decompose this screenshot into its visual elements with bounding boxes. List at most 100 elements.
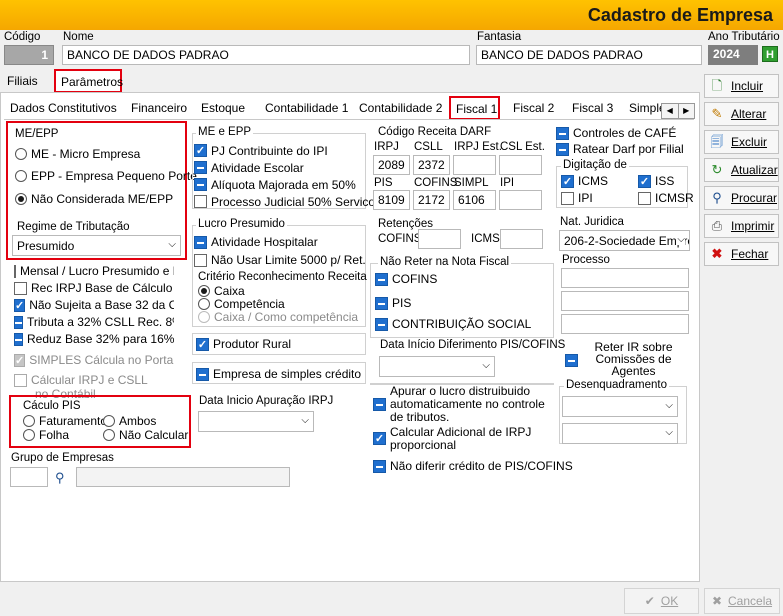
check-nao-diferir[interactable]: Não diferir crédito de PIS/COFINS <box>373 459 573 473</box>
ano-tributario-field[interactable]: 2024 <box>708 45 758 65</box>
radio-epp[interactable]: EPP - Empresa Pequeno Porte <box>15 169 197 183</box>
check-produtor-rural[interactable]: Produtor Rural <box>196 337 291 351</box>
checkbox-icon[interactable] <box>561 191 574 205</box>
tab-scroller[interactable]: ◀ ▶ <box>661 103 695 119</box>
incluir-button[interactable]: 🗋 Incluir <box>704 74 779 98</box>
radio-ambos[interactable]: Ambos <box>103 414 156 428</box>
check-nao-reter-csll[interactable]: CONTRIBUIÇÃO SOCIAL <box>375 317 531 331</box>
darf-irpj-field[interactable]: 2089 <box>373 155 410 175</box>
help-button[interactable]: H <box>762 46 778 62</box>
desenquadramento-select-1[interactable]: ⌵ <box>562 396 678 417</box>
processo-field-3[interactable] <box>561 314 689 334</box>
checkbox-indeterminate-icon[interactable] <box>556 142 569 156</box>
tab-fiscal-2[interactable]: Fiscal 2 <box>513 101 554 115</box>
check-nao-usar-limite[interactable]: Não Usar Limite 5000 p/ Ret. <box>194 253 366 267</box>
checkbox-indeterminate-icon[interactable] <box>375 317 388 331</box>
excluir-button[interactable]: 🗐 Excluir <box>704 130 779 154</box>
checkbox-indeterminate-icon[interactable] <box>373 398 386 411</box>
darf-irpj-est-field[interactable] <box>453 155 496 175</box>
checkbox-checked-icon[interactable] <box>561 174 574 188</box>
check-controles-cafe[interactable]: Controles de CAFÉ <box>556 126 676 140</box>
radio-icon[interactable] <box>103 429 115 441</box>
fantasia-field[interactable]: BANCO DE DADOS PADRAO <box>476 45 702 65</box>
checkbox-indeterminate-icon[interactable] <box>373 459 386 473</box>
check-digitacao-ipi[interactable]: IPI <box>561 191 593 205</box>
tab-contabilidade-2[interactable]: Contabilidade 2 <box>359 101 442 115</box>
darf-csll-field[interactable]: 2372 <box>413 155 450 175</box>
imprimir-button[interactable]: ⎙ Imprimir <box>704 214 779 238</box>
check-reter-ir[interactable]: Reter IR sobre Comissões de Agentes <box>565 341 685 377</box>
tab-simples[interactable]: Simple <box>629 101 661 115</box>
checkbox-icon[interactable] <box>194 195 207 208</box>
darf-csl-est-field[interactable] <box>499 155 542 175</box>
darf-ipi-field[interactable] <box>499 190 542 210</box>
radio-icon[interactable] <box>103 415 115 427</box>
check-processo-judicial[interactable]: Processo Judicial 50% Servicos <box>194 193 381 210</box>
checkbox-checked-icon[interactable] <box>196 337 209 351</box>
grupo-empresas-code[interactable] <box>10 467 48 487</box>
processo-field-2[interactable] <box>561 291 689 311</box>
cancela-button[interactable]: ✖ Cancela <box>704 588 780 614</box>
desenquadramento-select-2[interactable]: ⌵ <box>562 423 678 444</box>
tab-fiscal-3[interactable]: Fiscal 3 <box>572 101 613 115</box>
darf-pis-field[interactable]: 8109 <box>373 190 410 210</box>
atualizar-button[interactable]: ↻ Atualizar <box>704 158 779 182</box>
radio-icon[interactable] <box>198 298 210 310</box>
checkbox-disabled-icon[interactable] <box>14 353 26 367</box>
processo-field-1[interactable] <box>561 268 689 288</box>
checkbox-icon[interactable] <box>14 264 16 278</box>
radio-caixa-competencia[interactable]: Caixa / Como competência <box>198 310 358 324</box>
check-nao-reter-cofins[interactable]: COFINS <box>375 272 437 286</box>
procurar-button[interactable]: ⚲ Procurar <box>704 186 779 210</box>
checkbox-indeterminate-icon[interactable] <box>375 296 388 310</box>
tab-dados-constitutivos[interactable]: Dados Constitutivos <box>10 101 117 115</box>
binoculars-icon[interactable]: ⚲ <box>55 470 65 486</box>
tab-financeiro[interactable]: Financeiro <box>131 101 187 115</box>
checkbox-checked-icon[interactable] <box>373 432 386 445</box>
checkbox-icon[interactable] <box>194 253 207 267</box>
radio-competencia[interactable]: Competência <box>198 297 285 311</box>
radio-me[interactable]: ME - Micro Empresa <box>15 147 140 161</box>
tab-estoque[interactable]: Estoque <box>201 101 245 115</box>
radio-icon[interactable] <box>15 148 27 160</box>
checkbox-indeterminate-icon[interactable] <box>14 332 23 346</box>
checkbox-checked-icon[interactable] <box>194 144 207 157</box>
check-tributa[interactable]: Tributa a 32% CSLL Rec. 8% IR <box>14 314 174 330</box>
tab-parametros[interactable]: Parâmetros <box>54 69 123 93</box>
check-reduz-base[interactable]: Reduz Base 32% para 16% <box>14 331 174 347</box>
check-atividade-escolar[interactable]: Atividade Escolar <box>194 159 381 176</box>
check-calcular-adicional[interactable]: Calcular Adicional de IRPJ proporcional <box>373 426 551 452</box>
check-aliquota-majorada[interactable]: Alíquota Majorada em 50% <box>194 176 381 193</box>
darf-simpl-field[interactable]: 6106 <box>453 190 496 210</box>
data-diferimento-select[interactable]: ⌵ <box>379 356 495 377</box>
checkbox-indeterminate-icon[interactable] <box>375 272 388 286</box>
checkbox-icon[interactable] <box>14 373 27 387</box>
data-apuracao-select[interactable]: ⌵ <box>198 411 314 432</box>
radio-nao-considerada[interactable]: Não Considerada ME/EPP <box>15 192 173 206</box>
checkbox-indeterminate-icon[interactable] <box>196 367 209 381</box>
checkbox-checked-icon[interactable] <box>14 298 26 312</box>
nat-juridica-select[interactable]: 206-2-Sociedade Empre ⌵ <box>559 230 690 251</box>
darf-cofins-field[interactable]: 2172 <box>413 190 450 210</box>
checkbox-indeterminate-icon[interactable] <box>194 178 207 191</box>
check-nao-reter-pis[interactable]: PIS <box>375 296 411 310</box>
tab-scroll-right-icon[interactable]: ▶ <box>679 104 695 118</box>
checkbox-indeterminate-icon[interactable] <box>14 315 23 329</box>
check-rec-irpj[interactable]: Rec IRPJ Base de Cálculo <box>14 280 174 296</box>
check-apurar-lucro[interactable]: Apurar o lucro distruibuido automaticame… <box>373 385 551 424</box>
checkbox-indeterminate-icon[interactable] <box>194 161 207 174</box>
tab-filiais[interactable]: Filiais <box>7 74 38 88</box>
radio-icon[interactable] <box>15 170 27 182</box>
fechar-button[interactable]: ✖ Fechar <box>704 242 779 266</box>
checkbox-icon[interactable] <box>638 191 651 205</box>
check-simples-credito[interactable]: Empresa de simples crédito <box>196 367 361 381</box>
check-digitacao-icms[interactable]: ICMS <box>561 174 608 188</box>
radio-selected-icon[interactable] <box>15 193 27 205</box>
nome-field[interactable]: BANCO DE DADOS PADRAO <box>62 45 470 65</box>
retencoes-icms-field[interactable] <box>500 229 543 249</box>
check-ratear-darf[interactable]: Ratear Darf por Filial <box>556 142 684 156</box>
check-calcular-irpj[interactable]: Cálcular IRPJ e CSLL <box>14 373 174 387</box>
radio-faturamento[interactable]: Faturamento <box>23 414 107 428</box>
alterar-button[interactable]: ✎ Alterar <box>704 102 779 126</box>
regime-select[interactable]: Presumido ⌵ <box>12 235 181 256</box>
